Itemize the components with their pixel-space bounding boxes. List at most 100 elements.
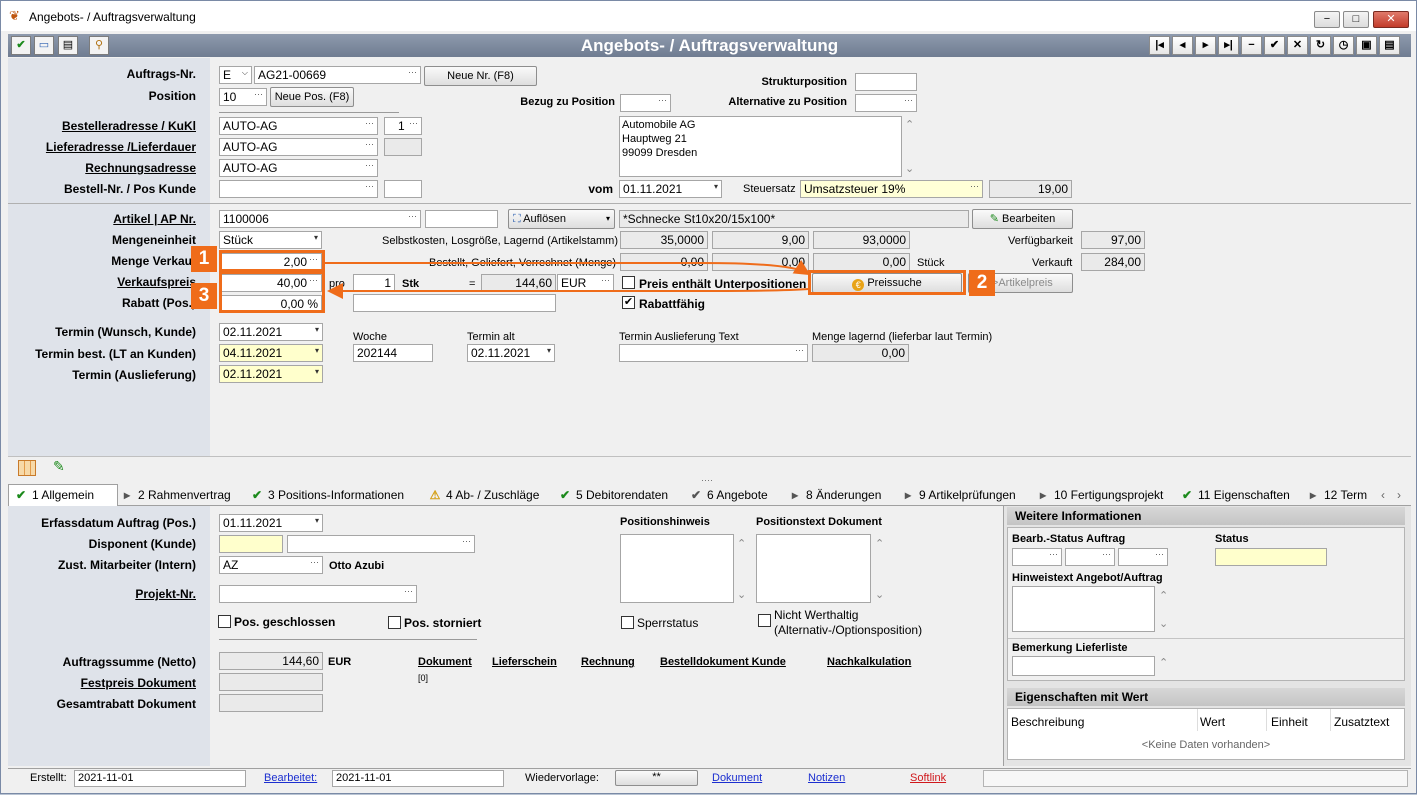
tab-positions-informationen[interactable]: ✔ 3 Positions-Informationen <box>250 488 404 502</box>
mitarbeiter-field[interactable]: AZ ··· <box>219 556 323 574</box>
bearb-status-field-1[interactable]: ··· <box>1012 548 1062 566</box>
col-wert[interactable]: Wert <box>1200 715 1225 729</box>
eigenschaften-empty: <Keine Daten vorhanden> <box>1141 739 1271 751</box>
disponent-label: Disponent (Kunde) <box>88 537 196 551</box>
check-icon: ✔ <box>1181 488 1193 502</box>
gesamtrabatt-field <box>219 694 323 712</box>
mitarbeiter-name: Otto Azubi <box>329 560 385 572</box>
dokument-status-link[interactable]: Dokument <box>712 772 762 784</box>
rechnung-link[interactable]: Rechnung <box>581 656 635 668</box>
tab-angebote[interactable]: ✔ 6 Angebote <box>689 488 768 502</box>
tab-allgemein[interactable]: ✔ 1 Allgemein <box>14 488 94 502</box>
positionstext-text[interactable] <box>756 534 871 603</box>
nicht-werthaltig-label: Nicht Werthaltig <box>774 608 859 622</box>
callout-badge-3: 3 <box>191 283 217 309</box>
status-field[interactable] <box>1215 548 1327 566</box>
callout-badge-2: 2 <box>969 270 995 296</box>
bearbeitet-value: 2021-11-01 <box>332 770 504 787</box>
positionshinweis-label: Positionshinweis <box>620 516 710 528</box>
tab-ab-zuschlaege[interactable]: ⚠ 4 Ab- / Zuschläge <box>428 488 540 502</box>
col-divider <box>1197 709 1198 731</box>
arrow-icon: ▸ <box>1039 488 1047 502</box>
nachkalkulation-link[interactable]: Nachkalkulation <box>827 656 911 668</box>
scroll-down-icon[interactable]: ⌄ <box>737 588 746 601</box>
col-einheit[interactable]: Einheit <box>1271 715 1308 729</box>
softlink-link[interactable]: Softlink <box>910 772 946 784</box>
positionstext-label: Positionstext Dokument <box>756 516 882 528</box>
main-window: ❦ Angebots- / Auftragsverwaltung − □ ✕ ✔… <box>0 0 1417 794</box>
wiedervorlage-label: Wiedervorlage: <box>525 772 599 784</box>
tab-debitorendaten[interactable]: ✔ 5 Debitorendaten <box>558 488 668 502</box>
pos-storniert-label: Pos. storniert <box>404 616 482 630</box>
erfassdatum-label: Erfassdatum Auftrag (Pos.) <box>41 516 196 530</box>
grid-icon[interactable] <box>18 460 36 476</box>
gesamtrabatt-label: Gesamtrabatt Dokument <box>56 697 196 711</box>
scroll-updown-icon[interactable]: ⌃ <box>1159 656 1168 669</box>
status-label: Status <box>1215 533 1249 545</box>
weitere-sep <box>1008 638 1404 639</box>
disponent-name-field[interactable]: ··· <box>287 535 475 553</box>
pos-storniert-checkbox[interactable] <box>388 616 401 629</box>
tab-scroll-left-icon[interactable]: ‹ <box>1381 488 1385 502</box>
wiedervorlage-button[interactable]: ** <box>615 770 698 786</box>
dokument-count: [0] <box>418 673 429 683</box>
bestelldokument-link[interactable]: Bestelldokument Kunde <box>660 656 786 668</box>
bearb-status-field-3[interactable]: ··· <box>1118 548 1168 566</box>
eigenschaften-header: Eigenschaften mit Wert <box>1007 688 1405 706</box>
sperrstatus-checkbox[interactable] <box>621 616 634 629</box>
weitere-header: Weitere Informationen <box>1007 507 1405 525</box>
note-edit-icon[interactable]: ✎ <box>53 458 65 475</box>
auftragssumme-value: 144,60 <box>219 652 323 670</box>
tab-bar: ✔ 1 Allgemein ▸ 2 Rahmenvertrag ✔ 3 Positio… <box>8 484 1411 506</box>
sperrstatus-label: Sperrstatus <box>637 616 699 630</box>
arrow-icon: ▸ <box>904 488 912 502</box>
dokument-link[interactable]: Dokument <box>418 656 472 668</box>
tab-eigenschaften[interactable]: ✔ 11 Eigenschaften <box>1180 488 1290 502</box>
check-icon: ✔ <box>559 488 571 502</box>
check-icon: ✔ <box>690 488 702 502</box>
col-divider <box>1266 709 1267 731</box>
erfassdatum-field[interactable]: 01.11.2021 ▾ <box>219 514 323 532</box>
disponent-code-field[interactable] <box>219 535 283 553</box>
nicht-werthaltig-sub: (Alternativ-/Optionsposition) <box>774 623 923 637</box>
bearb-status-label: Bearb.-Status Auftrag <box>1012 533 1126 545</box>
hinweistext-label: Hinweistext Angebot/Auftrag <box>1012 572 1163 584</box>
scroll-up-icon[interactable]: ⌃ <box>875 537 884 550</box>
nicht-werthaltig-checkbox[interactable] <box>758 614 771 627</box>
callout-badge-1: 1 <box>191 246 217 272</box>
hinweistext-field[interactable] <box>1012 586 1155 632</box>
col-beschreibung[interactable]: Beschreibung <box>1011 715 1084 729</box>
status-bar: Erstellt: 2021-11-01 Bearbeitet: 2021-11… <box>8 768 1411 788</box>
projekt-label[interactable]: Projekt-Nr. <box>11 587 196 601</box>
tab-rahmenvertrag[interactable]: ▸ 2 Rahmenvertrag <box>120 488 231 502</box>
allgemein-sep <box>219 639 477 640</box>
pos-geschlossen-checkbox[interactable] <box>218 615 231 628</box>
bemerkung-field[interactable] <box>1012 656 1155 676</box>
tab-aenderungen[interactable]: ▸ 8 Änderungen <box>788 488 881 502</box>
auftragssumme-label: Auftragssumme (Netto) <box>62 655 196 669</box>
col-divider <box>1330 709 1331 731</box>
bearb-status-field-2[interactable]: ··· <box>1065 548 1115 566</box>
positionshinweis-text[interactable] <box>620 534 734 603</box>
tab-scroll-right-icon[interactable]: › <box>1397 488 1401 502</box>
scroll-down-icon[interactable]: ⌄ <box>875 588 884 601</box>
callout-box-2 <box>808 270 966 295</box>
festpreis-field <box>219 673 323 691</box>
col-zusatztext[interactable]: Zusatztext <box>1334 715 1389 729</box>
scroll-up-icon[interactable]: ⌃ <box>1159 589 1168 602</box>
scroll-down-icon[interactable]: ⌄ <box>1159 617 1168 630</box>
bearbeitet-link[interactable]: Bearbeitet: <box>264 772 317 784</box>
notizen-link[interactable]: Notizen <box>808 772 845 784</box>
tab-artikelpruefungen[interactable]: ▸ 9 Artikelprüfungen <box>901 488 1016 502</box>
erstellt-label: Erstellt: <box>30 772 67 784</box>
callout-box-3 <box>219 271 325 313</box>
projekt-field[interactable]: ··· <box>219 585 417 603</box>
tab-termine[interactable]: ▸ 12 Term <box>1306 488 1376 502</box>
status-panel <box>983 770 1408 787</box>
warning-icon: ⚠ <box>429 488 441 502</box>
scroll-up-icon[interactable]: ⌃ <box>737 537 746 550</box>
lieferschein-link[interactable]: Lieferschein <box>492 656 557 668</box>
tab-fertigungsprojekt[interactable]: ▸ 10 Fertigungsprojekt <box>1036 488 1163 502</box>
festpreis-label[interactable]: Festpreis Dokument <box>11 676 196 690</box>
check-icon: ✔ <box>251 488 263 502</box>
